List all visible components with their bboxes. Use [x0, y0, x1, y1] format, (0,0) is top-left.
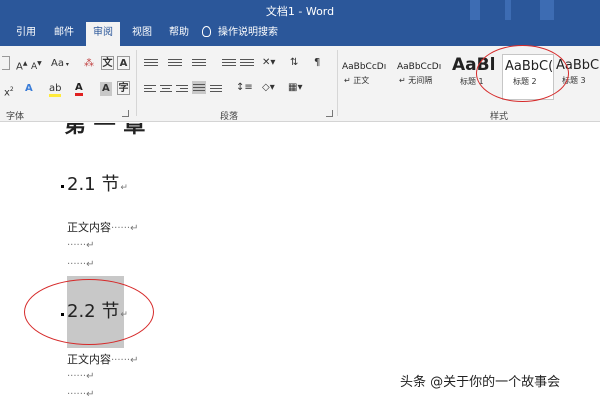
style-normal[interactable]: AaBbCcDı ↵ 正文 [342, 54, 395, 100]
highlight-button[interactable]: ab [49, 83, 62, 97]
justify-button[interactable] [192, 81, 206, 94]
multilevel-list-button[interactable] [192, 57, 206, 68]
align-right-button[interactable] [176, 83, 188, 94]
tab-mailings[interactable]: 邮件 [46, 20, 82, 46]
phonetic-guide-button[interactable]: 文 [101, 56, 114, 70]
borders-button[interactable]: ▦▾ [288, 81, 302, 95]
dotted-line: ······↵ [67, 389, 95, 400]
tab-review[interactable]: 审阅 [86, 20, 120, 46]
tell-me-search[interactable]: 操作说明搜索 [202, 20, 278, 46]
paragraph-dialog-launcher[interactable] [326, 110, 333, 117]
show-marks-button[interactable]: ¶ [314, 56, 320, 70]
enclose-char-button[interactable]: 字 [117, 81, 130, 95]
annotation-ellipse-heading [24, 279, 154, 345]
font-size-dropdown[interactable] [2, 56, 10, 70]
window-title: 文档1 - Word [265, 5, 335, 18]
lightbulb-icon [202, 26, 211, 37]
style-label: ↵ 无间隔 [399, 76, 433, 85]
shrink-font-button[interactable]: A▼ [31, 57, 42, 74]
align-center-button[interactable] [160, 83, 172, 94]
increase-indent-button[interactable] [240, 57, 254, 68]
bullets-button[interactable] [144, 57, 158, 68]
font-dialog-launcher[interactable] [122, 110, 129, 117]
dotted-line: ······↵ [67, 259, 95, 270]
title-bar: 文档1 - Word [0, 0, 600, 20]
align-left-button[interactable] [144, 83, 156, 94]
tell-me-label: 操作说明搜索 [218, 27, 278, 38]
numbering-button[interactable] [168, 57, 182, 68]
group-separator [337, 50, 338, 116]
font-group-label: 字体 [6, 112, 25, 122]
change-case-button[interactable]: Aa ▾ [51, 57, 69, 72]
line-spacing-button[interactable]: ↕≡ [236, 81, 253, 95]
style-label: ↵ 正文 [344, 76, 370, 85]
distributed-button[interactable] [210, 83, 222, 94]
tab-help[interactable]: 帮助 [162, 20, 196, 46]
char-shading-button[interactable]: A [100, 82, 112, 96]
tab-references[interactable]: 引用 [8, 20, 44, 46]
style-preview: AaBbCcDı [342, 62, 387, 72]
style-preview: AaBbCcDı [397, 62, 442, 72]
style-no-spacing[interactable]: AaBbCcDı ↵ 无间隔 [397, 54, 450, 100]
ribbon-tabs: 引用 邮件 审阅 视图 帮助 操作说明搜索 [0, 20, 600, 46]
tab-view[interactable]: 视图 [124, 20, 160, 46]
clear-formatting-button[interactable]: ⁂ [84, 57, 94, 71]
styles-group-label: 样式 [490, 112, 509, 122]
paragraph-group-label: 段落 [220, 112, 239, 122]
partial-chapter-heading: 第 一 章 [64, 123, 146, 138]
char-border-button[interactable]: A [117, 56, 130, 70]
dotted-line: ······↵ [67, 240, 95, 251]
document-page[interactable]: 第 一 章 2.1 节↵ 正文内容······↵ ······↵ ······↵… [0, 123, 600, 400]
decrease-indent-button[interactable] [222, 57, 236, 68]
annotation-ellipse-style [476, 45, 569, 102]
shading-button[interactable]: ◇▾ [262, 81, 275, 95]
grow-font-button[interactable]: A▲ [16, 57, 27, 74]
body-paragraph[interactable]: 正文内容······↵ [67, 351, 138, 367]
subscript-button[interactable]: x2 [4, 83, 14, 100]
chinese-layout-button[interactable]: ✕▾ [262, 56, 275, 70]
group-separator [136, 50, 137, 116]
paragraph-mark-bullet [61, 185, 64, 188]
dotted-line: ······↵ [67, 371, 95, 382]
text-effects-button[interactable]: A [25, 82, 33, 96]
watermark-text: 头条 @关于你的一个故事会 [400, 375, 561, 390]
sort-button[interactable]: ⇅ [290, 56, 298, 70]
body-paragraph[interactable]: 正文内容······↵ [67, 219, 138, 235]
font-color-button[interactable]: A [75, 82, 83, 96]
heading-2-1[interactable]: 2.1 节↵ [67, 170, 128, 196]
